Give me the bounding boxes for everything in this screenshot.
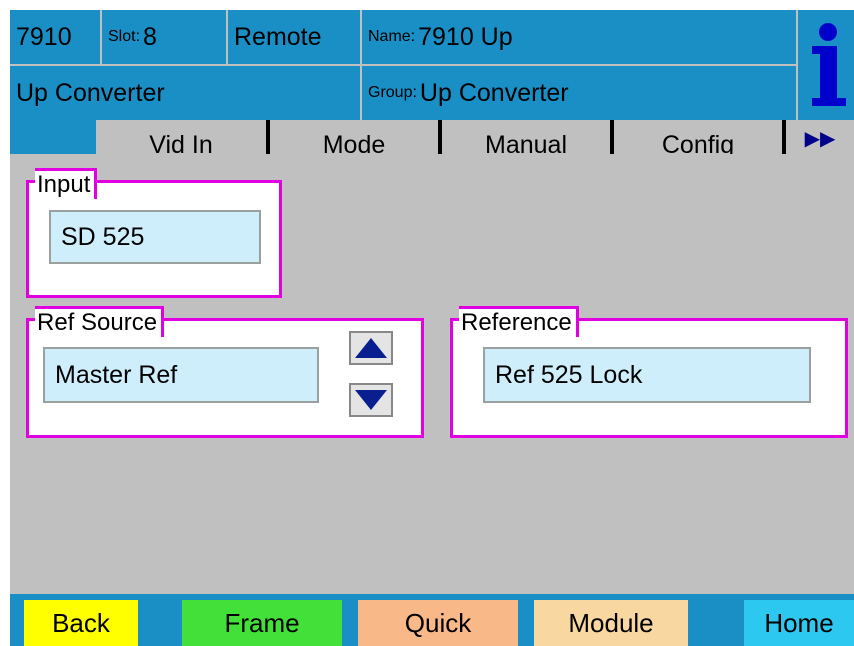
tab-mode-label: Mode <box>322 131 386 155</box>
ref-source-up-button[interactable] <box>349 331 393 365</box>
frame-button[interactable]: Frame <box>182 600 342 646</box>
double-arrow-right-icon: ▶▶ <box>804 128 836 150</box>
quick-button[interactable]: Quick <box>358 600 518 646</box>
ref-source-group: Ref Source Master Ref <box>26 306 424 438</box>
info-button[interactable] <box>798 10 854 120</box>
input-group-title: Input <box>35 168 98 199</box>
input-group: Input SD 525 <box>26 168 282 298</box>
model-number: 7910 <box>16 22 72 51</box>
slot-value: 8 <box>143 22 157 51</box>
arrow-down-icon <box>355 390 387 410</box>
home-button[interactable]: Home <box>744 600 854 646</box>
arrow-up-icon <box>355 338 387 358</box>
slot-label: Slot: <box>108 28 141 45</box>
ref-source-group-title: Ref Source <box>35 306 165 337</box>
reference-field: Ref 525 Lock <box>483 347 811 403</box>
group-cell: Group: Up Converter <box>362 66 796 120</box>
group-value: Up Converter <box>419 78 569 107</box>
tab-config-label: Config <box>661 131 735 155</box>
tab-bar: Vid In Mode Manual Config ▶▶ <box>10 120 854 154</box>
ref-source-down-button[interactable] <box>349 383 393 417</box>
slot-cell: Slot: 8 <box>102 10 226 64</box>
group-label: Group: <box>368 84 417 101</box>
device-screen: 7910 Slot: 8 Remote Name: 7910 Up Up Con… <box>10 10 854 646</box>
tab-mode[interactable]: Mode <box>266 120 438 154</box>
device-type: Up Converter <box>16 78 165 107</box>
tab-more[interactable]: ▶▶ <box>782 120 854 154</box>
ref-source-field[interactable]: Master Ref <box>43 347 319 403</box>
info-icon <box>812 23 846 106</box>
model-cell: 7910 <box>10 10 100 64</box>
input-field[interactable]: SD 525 <box>49 210 261 264</box>
name-label: Name: <box>368 28 416 45</box>
reference-group: Reference Ref 525 Lock <box>450 306 848 438</box>
mode-status: Remote <box>234 22 322 51</box>
module-button[interactable]: Module <box>534 600 688 646</box>
tab-vid-in-label: Vid In <box>149 131 213 155</box>
device-type-cell: Up Converter <box>10 66 360 120</box>
tab-manual-label: Manual <box>485 131 567 155</box>
name-value: 7910 Up <box>418 22 513 51</box>
tab-vid-in[interactable]: Vid In <box>96 120 266 154</box>
back-button[interactable]: Back <box>24 600 138 646</box>
name-cell: Name: 7910 Up <box>362 10 796 64</box>
bottom-bar: Back Frame Quick Module Home <box>10 594 854 646</box>
tab-manual[interactable]: Manual <box>438 120 610 154</box>
reference-group-title: Reference <box>459 306 579 337</box>
remote-cell: Remote <box>228 10 360 64</box>
tab-config[interactable]: Config <box>610 120 782 154</box>
